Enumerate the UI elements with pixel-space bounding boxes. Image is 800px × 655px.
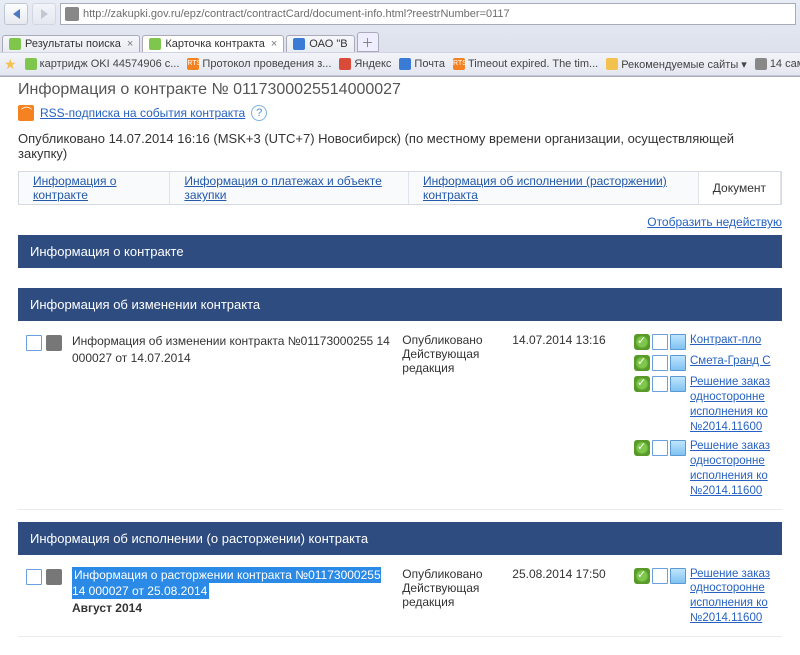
browser-tab-1-active[interactable]: Карточка контракта ×: [142, 35, 284, 52]
new-tab-button[interactable]: ＋: [357, 32, 379, 52]
doc-row: Решение заказ одностороннe исполнения ко…: [634, 439, 774, 499]
check-icon: [634, 568, 650, 584]
section-execution: Информация об исполнении (о расторжении)…: [18, 522, 782, 555]
close-icon[interactable]: ×: [271, 38, 277, 50]
rss-icon[interactable]: [18, 105, 34, 121]
bookmark-item[interactable]: 14 самых богатых зв...: [755, 58, 800, 70]
browser-tab-0[interactable]: Результаты поиска ×: [2, 35, 140, 52]
section-contract-info: Информация о контракте: [18, 235, 782, 268]
url-text: http://zakupki.gov.ru/epz/contract/contr…: [83, 8, 791, 20]
doc-link[interactable]: Решение заказ одностороннe исполнения ко…: [690, 567, 774, 627]
bookmarks-bar: ★ картридж OKI 44574906 с... RTSПротокол…: [0, 52, 800, 76]
page-icon: [652, 355, 668, 371]
status-label: Опубликовано: [402, 333, 512, 347]
image-icon: [670, 355, 686, 371]
execution-entry: Информация о расторжении контракта №0117…: [18, 555, 782, 638]
doc-row: Контракт-пло: [634, 333, 774, 350]
tab-strip: Результаты поиска × Карточка контракта ×…: [0, 28, 800, 52]
image-icon: [670, 568, 686, 584]
address-bar[interactable]: http://zakupki.gov.ru/epz/contract/contr…: [60, 3, 796, 25]
tab-contract-info[interactable]: Информация о контракте: [19, 172, 170, 204]
status-label: Опубликовано: [402, 567, 512, 581]
check-icon: [634, 376, 650, 392]
arrow-forward-icon: [41, 9, 48, 19]
print-icon[interactable]: [46, 335, 62, 351]
document-icon[interactable]: [26, 335, 42, 351]
doc-link[interactable]: Решение заказ одностороннe исполнения ко…: [690, 439, 774, 499]
status-label-2: Действующая редакция: [402, 347, 512, 375]
bookmark-favicon: [399, 58, 411, 70]
site-favicon: [65, 7, 79, 21]
check-icon: [634, 355, 650, 371]
bookmark-favicon: RTS: [453, 58, 465, 70]
bookmark-item[interactable]: Рекомендуемые сайты ▾: [606, 58, 747, 71]
document-icon[interactable]: [26, 569, 42, 585]
page-icon: [652, 440, 668, 456]
status-date: 25.08.2014 17:50: [512, 567, 624, 581]
bookmark-item[interactable]: Почта: [399, 58, 445, 70]
help-icon[interactable]: ?: [251, 105, 267, 121]
tab-favicon: [149, 38, 161, 50]
check-icon: [634, 440, 650, 456]
doc-row: Смета-Гранд С: [634, 354, 774, 371]
bookmark-favicon: [339, 58, 351, 70]
highlighted-title[interactable]: Информация о расторжении контракта №0117…: [72, 567, 381, 600]
image-icon: [670, 334, 686, 350]
status-date: 14.07.2014 13:16: [512, 333, 624, 347]
doc-row: Решение заказ одностороннe исполнения ко…: [634, 567, 774, 627]
close-icon[interactable]: ×: [127, 38, 133, 50]
content-tabs: Информация о контракте Информация о плат…: [18, 171, 782, 205]
page-icon: [652, 334, 668, 350]
page-title: Информация о контракте № 011730002551400…: [18, 81, 782, 99]
tab-label: ОАО "В: [309, 38, 347, 50]
doc-row: Решение заказ одностороннe исполнения ко…: [634, 375, 774, 435]
change-name: Информация об изменении контракта №01173…: [72, 333, 392, 367]
execution-name: Информация о расторжении контракта №0117…: [72, 567, 392, 617]
nav-forward-button[interactable]: [32, 3, 56, 25]
section-changes: Информация об изменении контракта: [18, 288, 782, 321]
bookmark-item[interactable]: RTSПротокол проведения з...: [187, 58, 331, 70]
change-entry: Информация об изменении контракта №01173…: [18, 321, 782, 510]
browser-tab-2[interactable]: ОАО "В: [286, 35, 354, 52]
print-icon[interactable]: [46, 569, 62, 585]
bookmark-favicon: [25, 58, 37, 70]
status-label-2: Действующая редакция: [402, 581, 512, 609]
doc-link[interactable]: Решение заказ одностороннe исполнения ко…: [690, 375, 774, 435]
bookmark-favicon: RTS: [187, 58, 199, 70]
favorites-icon[interactable]: ★: [4, 56, 17, 73]
tab-label: Карточка контракта: [165, 38, 265, 50]
tab-payments[interactable]: Информация о платежах и объекте закупки: [170, 172, 409, 204]
image-icon: [670, 376, 686, 392]
bookmark-item[interactable]: Яндекс: [339, 58, 391, 70]
bookmark-item[interactable]: RTSTimeout expired. The tim...: [453, 58, 598, 70]
check-icon: [634, 334, 650, 350]
page-icon: [652, 568, 668, 584]
tab-favicon: [293, 38, 305, 50]
arrow-back-icon: [13, 9, 20, 19]
published-info: Опубликовано 14.07.2014 16:16 (MSK+3 (UT…: [18, 131, 782, 161]
toggle-inactive-link[interactable]: Отобразить недействую: [647, 215, 782, 229]
tab-label: Результаты поиска: [25, 38, 121, 50]
image-icon: [670, 440, 686, 456]
page-icon: [652, 376, 668, 392]
bookmark-favicon: [606, 58, 618, 70]
tab-favicon: [9, 38, 21, 50]
bookmark-favicon: [755, 58, 767, 70]
tab-documents[interactable]: Документ: [699, 172, 781, 204]
browser-chrome: http://zakupki.gov.ru/epz/contract/contr…: [0, 0, 800, 77]
doc-link[interactable]: Контракт-пло: [690, 333, 761, 348]
doc-link[interactable]: Смета-Гранд С: [690, 354, 771, 369]
execution-period: Август 2014: [72, 601, 142, 615]
nav-back-button[interactable]: [4, 3, 28, 25]
bookmark-item[interactable]: картридж OKI 44574906 с...: [25, 58, 180, 70]
page-body: Информация о контракте № 011730002551400…: [0, 81, 800, 655]
tab-execution[interactable]: Информация об исполнении (расторжении) к…: [409, 172, 699, 204]
rss-subscribe-link[interactable]: RSS-подписка на события контракта: [40, 106, 245, 120]
